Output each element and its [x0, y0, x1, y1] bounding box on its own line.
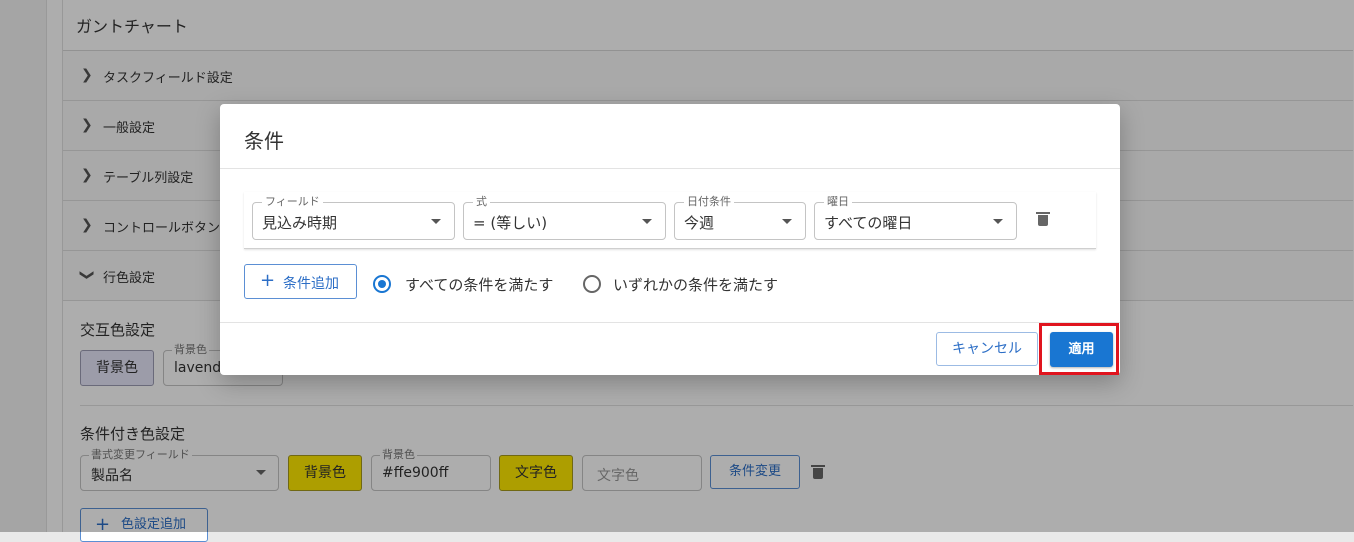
condition-dialog: 条件 フィールド 見込み時期 式 = (等しい) 日付条件 今週 曜日 すべての… — [220, 104, 1120, 375]
weekday-select[interactable]: 曜日 すべての曜日 — [814, 195, 1017, 240]
field-label: 日付条件 — [684, 195, 734, 208]
apply-button[interactable]: 適用 — [1050, 332, 1113, 367]
operator-select[interactable]: 式 = (等しい) — [463, 195, 666, 240]
delete-icon[interactable] — [1036, 212, 1050, 226]
dropdown-arrow-icon — [642, 219, 652, 224]
field-label: 曜日 — [824, 195, 852, 208]
add-condition-button[interactable]: + 条件追加 — [244, 264, 357, 299]
dropdown-arrow-icon — [431, 219, 441, 224]
match-any-label[interactable]: いずれかの条件を満たす — [613, 274, 778, 295]
field-value: 見込み時期 — [262, 214, 338, 232]
dialog-header-divider — [220, 168, 1120, 169]
date-condition-select[interactable]: 日付条件 今週 — [674, 195, 806, 240]
field-label: フィールド — [262, 195, 323, 208]
dropdown-arrow-icon — [993, 219, 1003, 224]
field-select[interactable]: フィールド 見込み時期 — [252, 195, 455, 240]
dialog-title: 条件 — [244, 129, 284, 153]
dropdown-arrow-icon — [782, 219, 792, 224]
cancel-button[interactable]: キャンセル — [936, 332, 1038, 366]
plus-icon: + — [260, 270, 276, 291]
match-all-label[interactable]: すべての条件を満たす — [405, 274, 553, 295]
field-value: 今週 — [684, 214, 715, 232]
field-label: 式 — [473, 195, 490, 208]
match-any-radio[interactable] — [583, 275, 601, 293]
dialog-footer-divider — [220, 322, 1120, 323]
field-value: すべての曜日 — [824, 214, 913, 232]
apply-highlight-box: 適用 — [1039, 323, 1119, 375]
field-value: = (等しい) — [473, 214, 548, 232]
match-all-radio[interactable] — [373, 275, 391, 293]
condition-row: フィールド 見込み時期 式 = (等しい) 日付条件 今週 曜日 すべての曜日 — [244, 192, 1096, 249]
